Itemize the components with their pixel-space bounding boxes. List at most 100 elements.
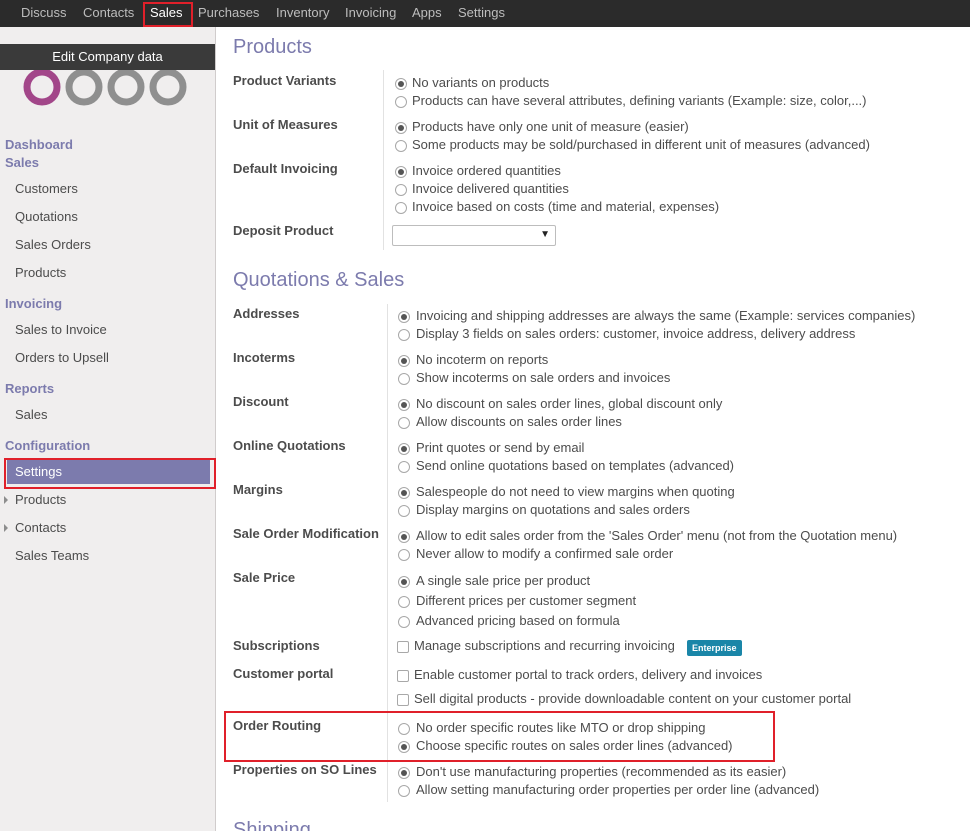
radio-segment-prices[interactable] [398, 596, 410, 608]
option-no-routes: No order specific routes like MTO or dro… [416, 720, 706, 735]
radio-no-variants[interactable] [395, 78, 407, 90]
sidebar-heading-invoicing: Invoicing [5, 296, 63, 311]
option-no-discount: No discount on sales order lines, global… [416, 396, 723, 411]
option-same-address: Invoicing and shipping addresses are alw… [416, 308, 916, 323]
expand-arrow-icon[interactable] [4, 496, 8, 504]
option-no-mfg-properties: Don't use manufacturing properties (reco… [416, 764, 787, 779]
option-mfg-properties: Allow setting manufacturing order proper… [416, 782, 820, 797]
option-online-quotations: Send online quotations based on template… [416, 458, 734, 473]
sidebar-item-config-contacts[interactable]: Contacts [15, 520, 66, 535]
sidebar-item-products[interactable]: Products [15, 265, 66, 280]
option-single-uom: Products have only one unit of measure (… [412, 119, 689, 134]
radio-mfg-properties[interactable] [398, 785, 410, 797]
sidebar-heading-sales: Sales [5, 155, 39, 170]
option-show-incoterms: Show incoterms on sale orders and invoic… [416, 370, 671, 385]
expand-arrow-icon[interactable] [4, 524, 8, 532]
option-print-quotes: Print quotes or send by email [416, 440, 585, 455]
label-default-invoicing: Default Invoicing [233, 161, 338, 176]
checkbox-digital-products[interactable] [397, 694, 409, 706]
option-subscriptions: Manage subscriptions and recurring invoi… [414, 638, 675, 653]
column-divider [387, 304, 388, 802]
label-unit-of-measures: Unit of Measures [233, 117, 338, 132]
label-customer-portal: Customer portal [233, 666, 334, 681]
radio-same-address[interactable] [398, 311, 410, 323]
radio-allow-discount[interactable] [398, 417, 410, 429]
radio-specific-routes[interactable] [398, 741, 410, 753]
sidebar-item-customers[interactable]: Customers [15, 181, 78, 196]
sidebar-item-sales-teams[interactable]: Sales Teams [15, 548, 89, 563]
radio-single-price[interactable] [398, 576, 410, 588]
column-divider [383, 70, 384, 250]
label-discount: Discount [233, 394, 289, 409]
nav-purchases[interactable]: Purchases [198, 0, 259, 27]
label-online-quotations: Online Quotations [233, 438, 346, 453]
radio-never-modify-so[interactable] [398, 549, 410, 561]
nav-apps[interactable]: Apps [412, 0, 442, 27]
radio-three-addresses[interactable] [398, 329, 410, 341]
option-no-incoterm: No incoterm on reports [416, 352, 549, 367]
radio-formula-pricing[interactable] [398, 616, 410, 628]
sidebar-item-config-products[interactable]: Products [15, 492, 66, 507]
radio-display-margins[interactable] [398, 505, 410, 517]
nav-settings[interactable]: Settings [458, 0, 505, 27]
radio-invoice-delivered[interactable] [395, 184, 407, 196]
deposit-product-select[interactable]: ▼ [392, 225, 556, 246]
nav-invoicing[interactable]: Invoicing [345, 0, 396, 27]
label-addresses: Addresses [233, 306, 300, 321]
label-incoterms: Incoterms [233, 350, 296, 365]
radio-no-mfg-properties[interactable] [398, 767, 410, 779]
option-formula-pricing: Advanced pricing based on formula [416, 613, 620, 628]
label-deposit-product: Deposit Product [233, 223, 334, 238]
option-allow-edit-so: Allow to edit sales order from the 'Sale… [416, 528, 898, 543]
sidebar-item-orders-to-upsell[interactable]: Orders to Upsell [15, 350, 109, 365]
section-title-shipping: Shipping [233, 819, 311, 831]
radio-variants[interactable] [395, 96, 407, 108]
section-title-products: Products [233, 36, 312, 58]
nav-sales[interactable]: Sales [150, 0, 183, 27]
checkbox-subscriptions[interactable] [397, 641, 409, 653]
label-properties-so-lines: Properties on SO Lines [233, 762, 377, 777]
edit-company-data-button[interactable]: Edit Company data [0, 44, 215, 70]
top-navbar: Discuss Contacts Sales Purchases Invento… [0, 0, 970, 27]
dropdown-arrow-icon: ▼ [540, 229, 550, 240]
label-sale-price: Sale Price [233, 570, 296, 585]
radio-invoice-costs[interactable] [395, 202, 407, 214]
option-variants: Products can have several attributes, de… [412, 93, 867, 108]
radio-no-discount[interactable] [398, 399, 410, 411]
label-sale-order-modification: Sale Order Modification [233, 526, 379, 541]
section-title-quotations-sales: Quotations & Sales [233, 269, 405, 291]
radio-multi-uom[interactable] [395, 140, 407, 152]
radio-online-quotations[interactable] [398, 461, 410, 473]
radio-no-routes[interactable] [398, 723, 410, 735]
option-specific-routes: Choose specific routes on sales order li… [416, 738, 733, 753]
sidebar-item-sales-to-invoice[interactable]: Sales to Invoice [15, 322, 107, 337]
radio-no-margins[interactable] [398, 487, 410, 499]
radio-single-uom[interactable] [395, 122, 407, 134]
option-digital-products: Sell digital products - provide download… [414, 691, 852, 706]
nav-inventory[interactable]: Inventory [276, 0, 329, 27]
enterprise-badge: Enterprise [687, 640, 742, 656]
checkbox-customer-portal[interactable] [397, 670, 409, 682]
nav-discuss[interactable]: Discuss [21, 0, 67, 27]
sidebar-item-quotations[interactable]: Quotations [15, 209, 78, 224]
radio-show-incoterms[interactable] [398, 373, 410, 385]
sidebar-item-settings-label: Settings [15, 464, 62, 479]
option-no-margins: Salespeople do not need to view margins … [416, 484, 735, 499]
label-margins: Margins [233, 482, 283, 497]
odoo-logo [23, 68, 187, 106]
label-subscriptions: Subscriptions [233, 638, 320, 653]
option-display-margins: Display margins on quotations and sales … [416, 502, 690, 517]
sidebar-dashboard[interactable]: Dashboard [5, 137, 73, 152]
radio-no-incoterm[interactable] [398, 355, 410, 367]
sidebar-heading-reports: Reports [5, 381, 55, 396]
nav-contacts[interactable]: Contacts [83, 0, 134, 27]
label-product-variants: Product Variants [233, 73, 337, 88]
option-invoice-delivered: Invoice delivered quantities [412, 181, 569, 196]
option-invoice-ordered: Invoice ordered quantities [412, 163, 561, 178]
sidebar-item-reports-sales[interactable]: Sales [15, 407, 48, 422]
radio-invoice-ordered[interactable] [395, 166, 407, 178]
radio-print-quotes[interactable] [398, 443, 410, 455]
sidebar-item-sales-orders[interactable]: Sales Orders [15, 237, 91, 252]
radio-allow-edit-so[interactable] [398, 531, 410, 543]
option-single-price: A single sale price per product [416, 573, 591, 588]
